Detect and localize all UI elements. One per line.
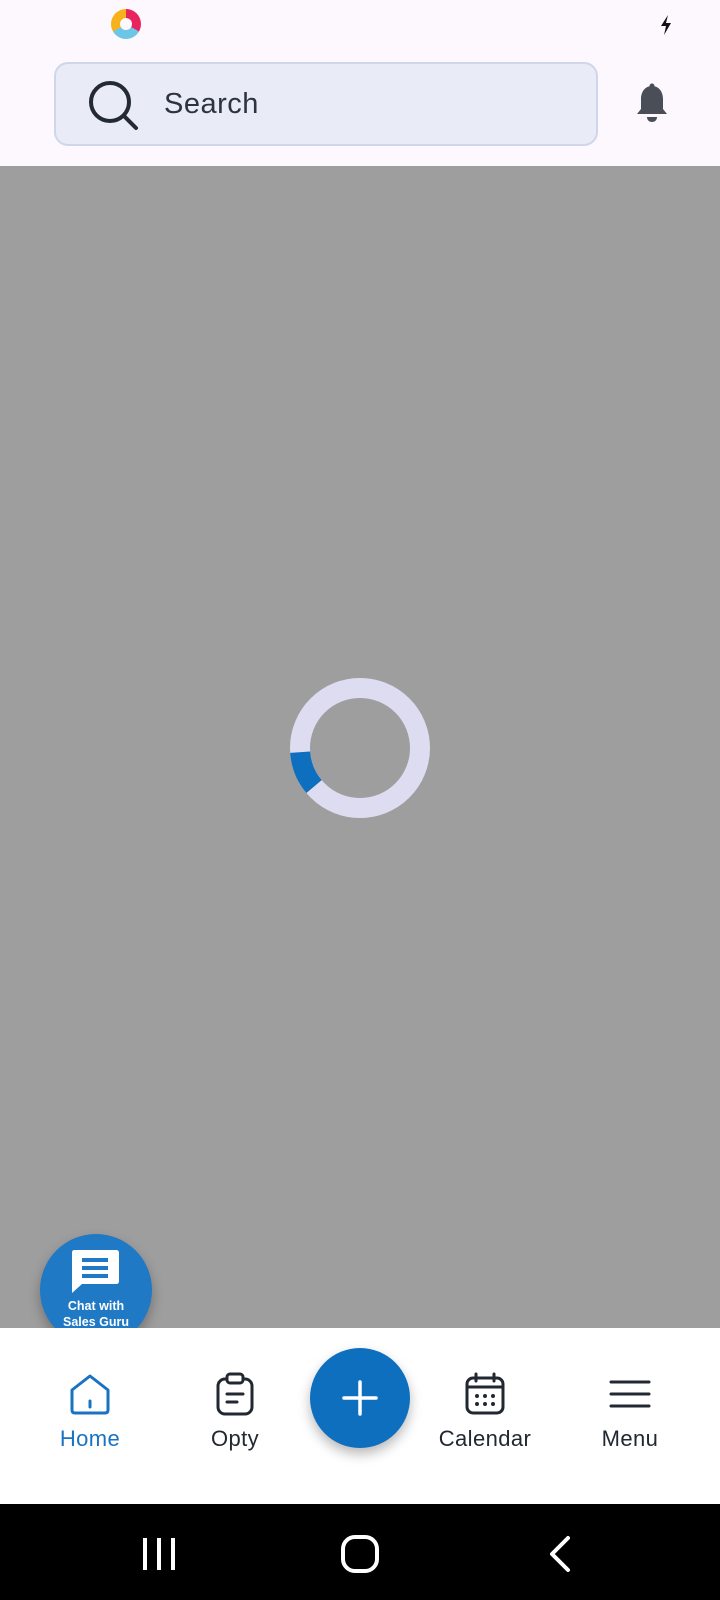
nav-label-opty: Opty xyxy=(210,1426,260,1451)
search-input[interactable]: Search xyxy=(54,62,598,146)
hamburger-menu-icon xyxy=(609,1380,651,1408)
recent-apps-icon[interactable] xyxy=(137,1534,181,1574)
home-circle-icon[interactable] xyxy=(338,1534,382,1574)
notification-bell-icon[interactable] xyxy=(632,82,672,126)
nav-label-menu: Menu xyxy=(601,1426,659,1451)
charging-icon xyxy=(661,15,671,35)
chat-bubble-icon xyxy=(72,1250,119,1293)
bottom-navigation: Home Opty Calendar Menu xyxy=(0,1328,720,1504)
system-navigation-bar xyxy=(0,1504,720,1600)
calendar-icon xyxy=(465,1372,505,1415)
search-icon xyxy=(89,81,138,130)
nav-label-calendar: Calendar xyxy=(438,1426,532,1451)
nav-item-menu[interactable]: Menu xyxy=(560,1372,700,1482)
nav-item-calendar[interactable]: Calendar xyxy=(415,1372,555,1482)
chat-button-label: Chat with Sales Guru xyxy=(40,1298,152,1330)
top-bar: Search xyxy=(0,50,720,166)
spinner-arc xyxy=(290,678,430,818)
nav-label-home: Home xyxy=(59,1426,121,1451)
spinner-track xyxy=(290,678,430,818)
plus-icon xyxy=(342,1380,378,1416)
nav-item-opty[interactable]: Opty xyxy=(165,1372,305,1482)
search-placeholder: Search xyxy=(164,88,259,120)
nav-item-home[interactable]: Home xyxy=(20,1372,160,1482)
status-bar xyxy=(0,0,720,50)
back-icon[interactable] xyxy=(540,1534,584,1574)
app-logo-icon xyxy=(111,9,141,39)
add-button[interactable] xyxy=(310,1348,410,1448)
loading-spinner xyxy=(290,678,430,818)
chat-label-line1: Chat with xyxy=(67,1299,125,1313)
clipboard-icon xyxy=(216,1372,254,1416)
loading-overlay: Chat with Sales Guru xyxy=(0,166,720,1346)
home-icon xyxy=(70,1374,110,1415)
